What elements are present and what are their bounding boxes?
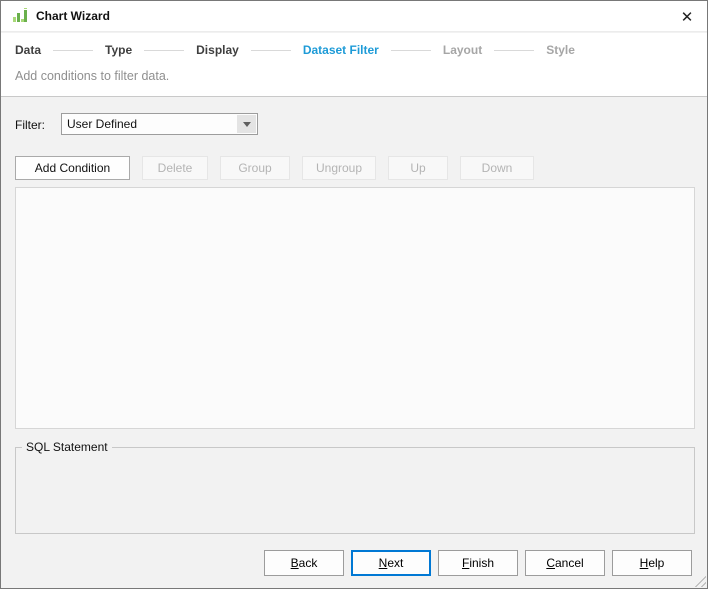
sql-statement-title: SQL Statement: [22, 440, 112, 454]
resize-grip-icon[interactable]: [692, 573, 706, 587]
cancel-button[interactable]: Cancel: [525, 550, 605, 576]
delete-button[interactable]: Delete: [142, 156, 208, 180]
chevron-down-icon: [243, 122, 251, 127]
window-title: Chart Wizard: [36, 1, 110, 32]
step-connector: [144, 50, 184, 51]
footer-buttons: Back Next Finish Cancel Help: [264, 550, 692, 576]
finish-button[interactable]: Finish: [438, 550, 518, 576]
step-description: Add conditions to filter data.: [15, 69, 169, 83]
chart-wizard-dialog: Chart Wizard ✕ Data Type Display Dataset…: [0, 0, 708, 589]
step-data[interactable]: Data: [15, 43, 41, 57]
titlebar[interactable]: Chart Wizard ✕: [1, 1, 707, 32]
step-connector: [494, 50, 534, 51]
condition-toolbar: Add Condition Delete Group Ungroup Up Do…: [15, 156, 534, 180]
wizard-steps: Data Type Display Dataset Filter Layout …: [15, 43, 575, 57]
step-connector: [53, 50, 93, 51]
step-connector: [391, 50, 431, 51]
filter-dropdown[interactable]: User Defined: [61, 113, 258, 135]
step-connector: [251, 50, 291, 51]
step-dataset-filter[interactable]: Dataset Filter: [303, 43, 379, 57]
step-type[interactable]: Type: [105, 43, 132, 57]
help-button[interactable]: Help: [612, 550, 692, 576]
back-button[interactable]: Back: [264, 550, 344, 576]
filter-dropdown-value: User Defined: [62, 117, 237, 131]
wizard-header: Data Type Display Dataset Filter Layout …: [1, 33, 707, 97]
condition-list[interactable]: [15, 187, 695, 429]
down-button[interactable]: Down: [460, 156, 534, 180]
filter-label: Filter:: [15, 118, 45, 132]
sql-statement-group: SQL Statement: [15, 447, 695, 534]
chart-wizard-icon: [12, 8, 29, 25]
step-layout[interactable]: Layout: [443, 43, 482, 57]
step-display[interactable]: Display: [196, 43, 239, 57]
add-condition-button[interactable]: Add Condition: [15, 156, 130, 180]
up-button[interactable]: Up: [388, 156, 448, 180]
ungroup-button[interactable]: Ungroup: [302, 156, 376, 180]
step-style[interactable]: Style: [546, 43, 575, 57]
next-button[interactable]: Next: [351, 550, 431, 576]
filter-dropdown-button[interactable]: [237, 115, 256, 133]
close-icon[interactable]: ✕: [674, 5, 700, 29]
group-button[interactable]: Group: [220, 156, 290, 180]
